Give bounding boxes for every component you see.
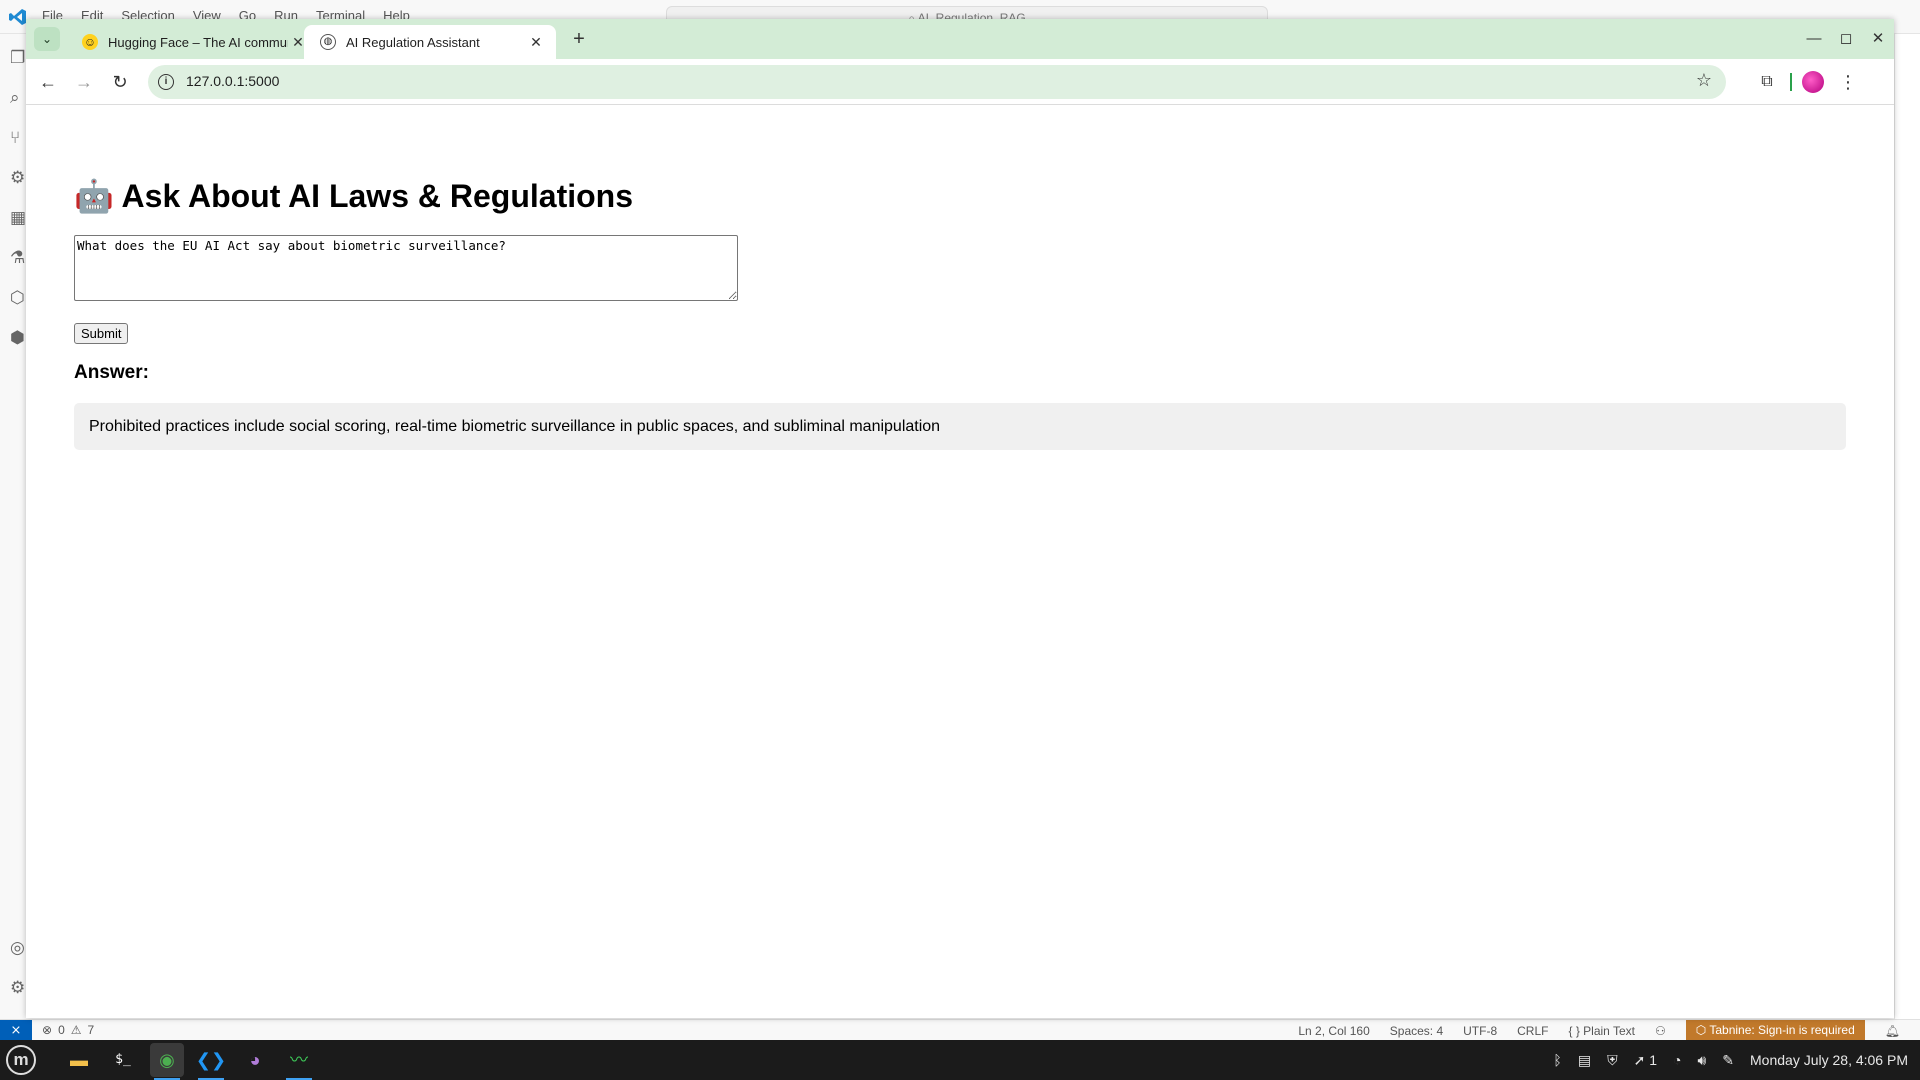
- files-folder-icon[interactable]: ▬: [62, 1043, 96, 1077]
- updates-rocket-icon[interactable]: ➚ 1: [1634, 1052, 1657, 1069]
- toolbar-divider: [1790, 73, 1792, 91]
- site-info-icon[interactable]: i: [158, 74, 174, 90]
- remote-indicator-icon[interactable]: ⨯: [0, 1020, 32, 1041]
- chrome-app-icon[interactable]: ◉: [150, 1043, 184, 1080]
- volume-icon[interactable]: 🔊︎: [1697, 1052, 1706, 1069]
- shield-icon[interactable]: ⛨: [1607, 1052, 1618, 1069]
- language-label: Plain Text: [1583, 1023, 1635, 1038]
- minimize-icon[interactable]: —: [1798, 19, 1830, 59]
- vscode-editor-edge: [1894, 34, 1920, 1019]
- vscode-status-bar: ⨯ ⊗ 0 ⚠ 7 Ln 2, Col 160 Spaces: 4 UTF-8 CR…: [0, 1019, 1920, 1041]
- forward-arrow-icon[interactable]: →: [70, 68, 98, 96]
- globe-favicon-icon: ◍: [320, 34, 336, 50]
- os-taskbar: m ▬ $_ ◉ ❮❯ ◕ 〰 ᛒ ▤ ⛨ ➚ 1 ◔ 🔊︎ ✎ Monday …: [0, 1040, 1920, 1080]
- language-mode[interactable]: { } Plain Text: [1568, 1024, 1635, 1038]
- terminal-icon[interactable]: $_: [106, 1043, 140, 1077]
- encoding[interactable]: UTF-8: [1463, 1024, 1497, 1038]
- chrome-tab-strip: ⌄ ☺ Hugging Face – The AI community ✕ ◍ …: [26, 19, 1894, 59]
- tab-search-chevron-down-icon[interactable]: ⌄: [34, 27, 60, 51]
- extensions-puzzle-icon[interactable]: ⧉: [1754, 69, 1780, 95]
- start-menu-icon[interactable]: m: [6, 1045, 36, 1075]
- tabnine-label: Tabnine: Sign-in is required: [1709, 1023, 1855, 1037]
- warning-icon: ⚠: [70, 1023, 82, 1037]
- wifi-icon[interactable]: ◔: [1673, 1052, 1681, 1068]
- error-count: 0: [58, 1023, 65, 1037]
- vscode-app-icon[interactable]: ❮❯: [194, 1043, 228, 1080]
- tab-ai-regulation-assistant[interactable]: ◍ AI Regulation Assistant ✕: [304, 25, 556, 59]
- answer-text-box: Prohibited practices include social scor…: [74, 403, 1846, 450]
- chrome-window: ⌄ ☺ Hugging Face – The AI community ✕ ◍ …: [26, 19, 1894, 1018]
- tray-count: 1: [1649, 1051, 1657, 1068]
- back-arrow-icon[interactable]: ←: [34, 68, 62, 96]
- answer-heading: Answer:: [74, 362, 149, 383]
- address-bar[interactable]: i 127.0.0.1:5000 ☆: [148, 65, 1726, 99]
- question-textarea[interactable]: What does the EU AI Act say about biomet…: [74, 235, 738, 301]
- notes-icon[interactable]: ✎: [1722, 1052, 1734, 1069]
- warning-count: 7: [87, 1023, 95, 1037]
- tabnine-status[interactable]: ⬡ Tabnine: Sign-in is required: [1685, 1020, 1865, 1041]
- tab-hugging-face[interactable]: ☺ Hugging Face – The AI community ✕: [66, 25, 318, 59]
- tab-close-icon[interactable]: ✕: [526, 32, 546, 52]
- problems-indicator[interactable]: ⊗ 0 ⚠ 7: [42, 1023, 94, 1037]
- profile-avatar[interactable]: [1802, 71, 1824, 93]
- new-tab-plus-icon[interactable]: +: [566, 27, 592, 53]
- cursor-position[interactable]: Ln 2, Col 160: [1298, 1024, 1369, 1038]
- notifications-bell-icon[interactable]: 🔔︎: [1885, 1024, 1900, 1038]
- vscode-logo-icon: [9, 9, 26, 25]
- clipboard-icon[interactable]: ▤: [1578, 1052, 1591, 1069]
- tab-title: Hugging Face – The AI community: [108, 34, 288, 50]
- copilot-icon[interactable]: ⚇: [1655, 1024, 1666, 1038]
- system-tray: ᛒ ▤ ⛨ ➚ 1 ◔ 🔊︎ ✎ Monday July 28, 4:06 PM: [1553, 1040, 1908, 1080]
- reload-icon[interactable]: ↻: [106, 68, 134, 96]
- chrome-menu-kebab-icon[interactable]: ⋮: [1838, 69, 1858, 95]
- page-title: 🤖 Ask About AI Laws & Regulations: [74, 178, 633, 214]
- window-controls: — ◻ ✕: [1798, 19, 1894, 59]
- chrome-toolbar: ← → ↻ i 127.0.0.1:5000 ☆ ⧉ ⋮: [26, 59, 1894, 105]
- url-text[interactable]: 127.0.0.1:5000: [186, 73, 279, 89]
- github-desktop-icon[interactable]: ◕: [238, 1043, 272, 1077]
- clock[interactable]: Monday July 28, 4:06 PM: [1750, 1052, 1908, 1068]
- maximize-icon[interactable]: ◻: [1830, 19, 1862, 59]
- bluetooth-icon[interactable]: ᛒ: [1553, 1052, 1561, 1068]
- hugging-face-favicon-icon: ☺: [82, 34, 98, 50]
- error-icon: ⊗: [42, 1023, 53, 1037]
- system-monitor-icon[interactable]: 〰: [282, 1043, 316, 1080]
- indentation[interactable]: Spaces: 4: [1390, 1024, 1443, 1038]
- status-right-items: Ln 2, Col 160 Spaces: 4 UTF-8 CRLF { } P…: [1298, 1020, 1900, 1041]
- end-of-line[interactable]: CRLF: [1517, 1024, 1548, 1038]
- bookmark-star-icon[interactable]: ☆: [1696, 70, 1712, 91]
- submit-button[interactable]: Submit: [74, 323, 129, 344]
- tab-title: AI Regulation Assistant: [346, 34, 480, 50]
- close-window-icon[interactable]: ✕: [1862, 19, 1894, 59]
- activity-bar: ❐ ⌕ ⑂ ⚙ ▦ ⚗ ⬡ ⬢ ◎ ⚙: [0, 34, 26, 1019]
- web-page: 🤖 Ask About AI Laws & Regulations What d…: [26, 106, 1894, 1018]
